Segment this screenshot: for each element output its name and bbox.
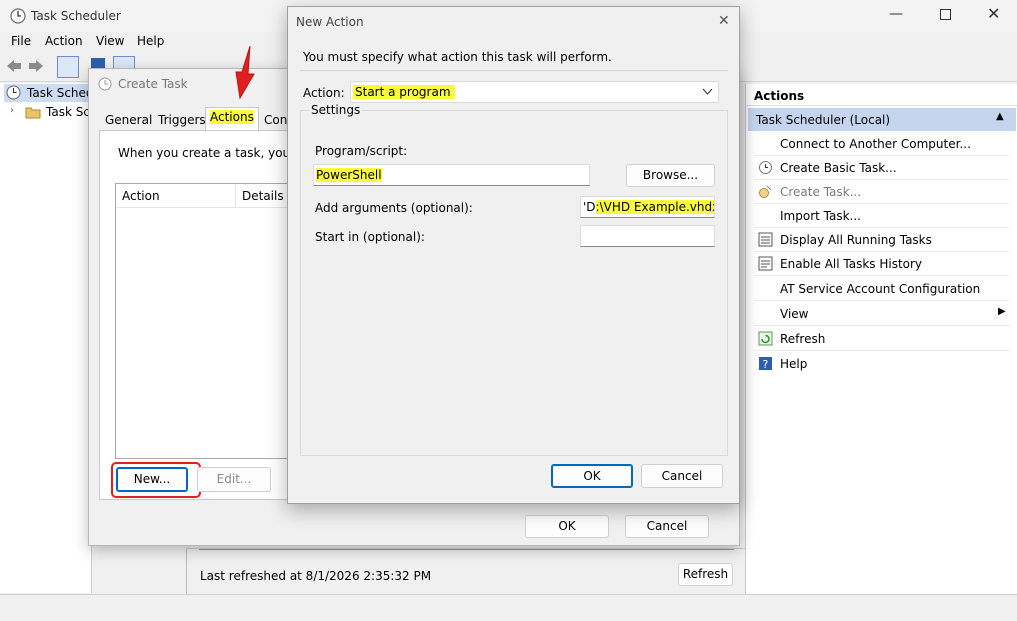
actions-pane: Actions Task Scheduler (Local) ▲ Connect… [745, 84, 1017, 594]
tab-actions[interactable]: Actions [205, 107, 259, 131]
folder-icon [25, 107, 41, 119]
action-refresh-label: Refresh [780, 332, 826, 346]
action-dropdown-value: Start a program [353, 85, 455, 99]
collapse-up-icon[interactable]: ▲ [996, 111, 1004, 122]
menu-view[interactable]: View [96, 34, 124, 48]
add-arguments-label: Add arguments (optional): [315, 201, 473, 215]
action-import-task-label: Import Task... [780, 209, 861, 223]
create-task-clock-icon [98, 77, 112, 91]
section-task-scheduler-local[interactable]: Task Scheduler (Local) ▲ [748, 108, 1016, 131]
forward-arrow-icon[interactable] [27, 58, 45, 74]
actions-header: Actions [746, 84, 1017, 106]
settings-label: Settings [309, 103, 363, 117]
footer-divider [199, 549, 734, 550]
action-dropdown[interactable]: Start a program [350, 81, 719, 103]
clock-icon [759, 161, 772, 174]
new-action-button[interactable]: New... [116, 467, 188, 492]
program-script-value: PowerShell [316, 168, 382, 182]
action-refresh[interactable]: Refresh [754, 327, 1010, 351]
last-refreshed-text: Last refreshed at 8/1/2026 2:35:32 PM [200, 569, 432, 583]
action-at-service[interactable]: AT Service Account Configuration [754, 277, 1010, 301]
create-task-title: Create Task [118, 77, 188, 91]
svg-text:?: ? [763, 358, 769, 371]
create-task-ok-button[interactable]: OK [525, 515, 609, 538]
console-tree: Task Schedule › Task Sche [0, 83, 112, 593]
red-annotation-arrow-icon [235, 45, 255, 100]
actions-list-header: Action Details [116, 184, 294, 208]
new-action-instruction: You must specify what action this task w… [303, 50, 612, 64]
menu-action[interactable]: Action [45, 34, 83, 48]
action-import-task[interactable]: Import Task... [754, 204, 1010, 228]
refresh-icon [758, 331, 773, 346]
list-icon [758, 232, 773, 247]
tab-triggers[interactable]: Triggers [154, 111, 210, 131]
action-create-task[interactable]: Create Task... [754, 180, 1010, 204]
tree-expand-icon[interactable]: › [10, 105, 14, 116]
actions-list[interactable]: Action Details [115, 183, 295, 459]
instruction-divider [300, 70, 728, 71]
statusbar [0, 594, 1017, 621]
tree-root-selected[interactable]: Task Schedule [4, 84, 112, 102]
console-tree-toggle-icon[interactable] [57, 56, 79, 78]
close-icon[interactable]: ✕ [987, 4, 1000, 23]
start-in-input[interactable] [580, 225, 715, 247]
actions-intro-text: When you create a task, you mu [118, 146, 314, 160]
action-create-basic-task-label: Create Basic Task... [780, 161, 897, 175]
args-prefix: 'D [583, 200, 596, 214]
create-task-cancel-button[interactable]: Cancel [625, 515, 709, 538]
action-connect-label: Connect to Another Computer... [780, 137, 971, 151]
back-arrow-icon[interactable] [5, 58, 23, 74]
new-action-title: New Action [296, 15, 364, 29]
action-help-label: Help [780, 357, 808, 371]
chevron-down-icon [702, 88, 713, 95]
action-enable-history[interactable]: Enable All Tasks History [754, 252, 1010, 276]
program-script-input[interactable]: PowerShell [313, 164, 590, 186]
refresh-summary-button[interactable]: Refresh [678, 563, 733, 586]
menu-help[interactable]: Help [137, 34, 164, 48]
action-create-task-label: Create Task... [780, 185, 862, 199]
column-action[interactable]: Action [122, 189, 160, 203]
history-icon [758, 256, 773, 271]
tab-actions-label: Actions [210, 110, 254, 124]
help-icon: ? [759, 357, 772, 371]
action-label: Action: [303, 86, 345, 100]
action-at-service-label: AT Service Account Configuration [780, 282, 981, 296]
new-action-ok-button[interactable]: OK [551, 464, 633, 488]
summary-footer: Last refreshed at 8/1/2026 2:35:32 PM Re… [186, 548, 745, 594]
action-create-basic-task[interactable]: Create Basic Task... [754, 156, 1010, 180]
submenu-arrow-icon: ▶ [998, 306, 1006, 317]
actions-header-label: Actions [754, 89, 805, 103]
action-display-running[interactable]: Display All Running Tasks [754, 228, 1010, 252]
minimize-icon[interactable]: — [889, 6, 903, 22]
action-view-label: View [780, 307, 809, 321]
menu-file[interactable]: File [11, 34, 31, 48]
action-enable-history-label: Enable All Tasks History [780, 257, 923, 271]
column-details[interactable]: Details [242, 189, 284, 203]
section-label: Task Scheduler (Local) [756, 113, 891, 127]
action-connect[interactable]: Connect to Another Computer... [754, 132, 1010, 156]
new-action-cancel-button[interactable]: Cancel [641, 464, 723, 488]
settings-group: Settings Program/script: PowerShell Brow… [300, 103, 728, 456]
action-help[interactable]: ? Help [754, 352, 1010, 376]
task-scheduler-clock-icon [10, 8, 26, 24]
action-display-running-label: Display All Running Tasks [780, 233, 932, 247]
tree-clock-icon [6, 85, 21, 100]
task-icon [759, 185, 772, 198]
new-action-close-icon[interactable]: ✕ [718, 13, 730, 29]
add-arguments-input[interactable]: 'D:\VHD Example.vhdx'" [580, 196, 715, 218]
new-action-dialog: New Action ✕ You must specify what actio… [287, 6, 740, 504]
tab-general[interactable]: General [101, 111, 156, 131]
column-divider [235, 184, 236, 208]
edit-action-button[interactable]: Edit... [197, 467, 271, 492]
program-script-label: Program/script: [315, 144, 408, 158]
browse-button[interactable]: Browse... [626, 164, 715, 187]
start-in-label: Start in (optional): [315, 230, 425, 244]
action-view[interactable]: View ▶ [754, 302, 1010, 326]
args-highlight: :\VHD Example.vhdx [595, 200, 714, 214]
maximize-icon[interactable] [940, 9, 951, 20]
main-window-title: Task Scheduler [31, 9, 121, 23]
